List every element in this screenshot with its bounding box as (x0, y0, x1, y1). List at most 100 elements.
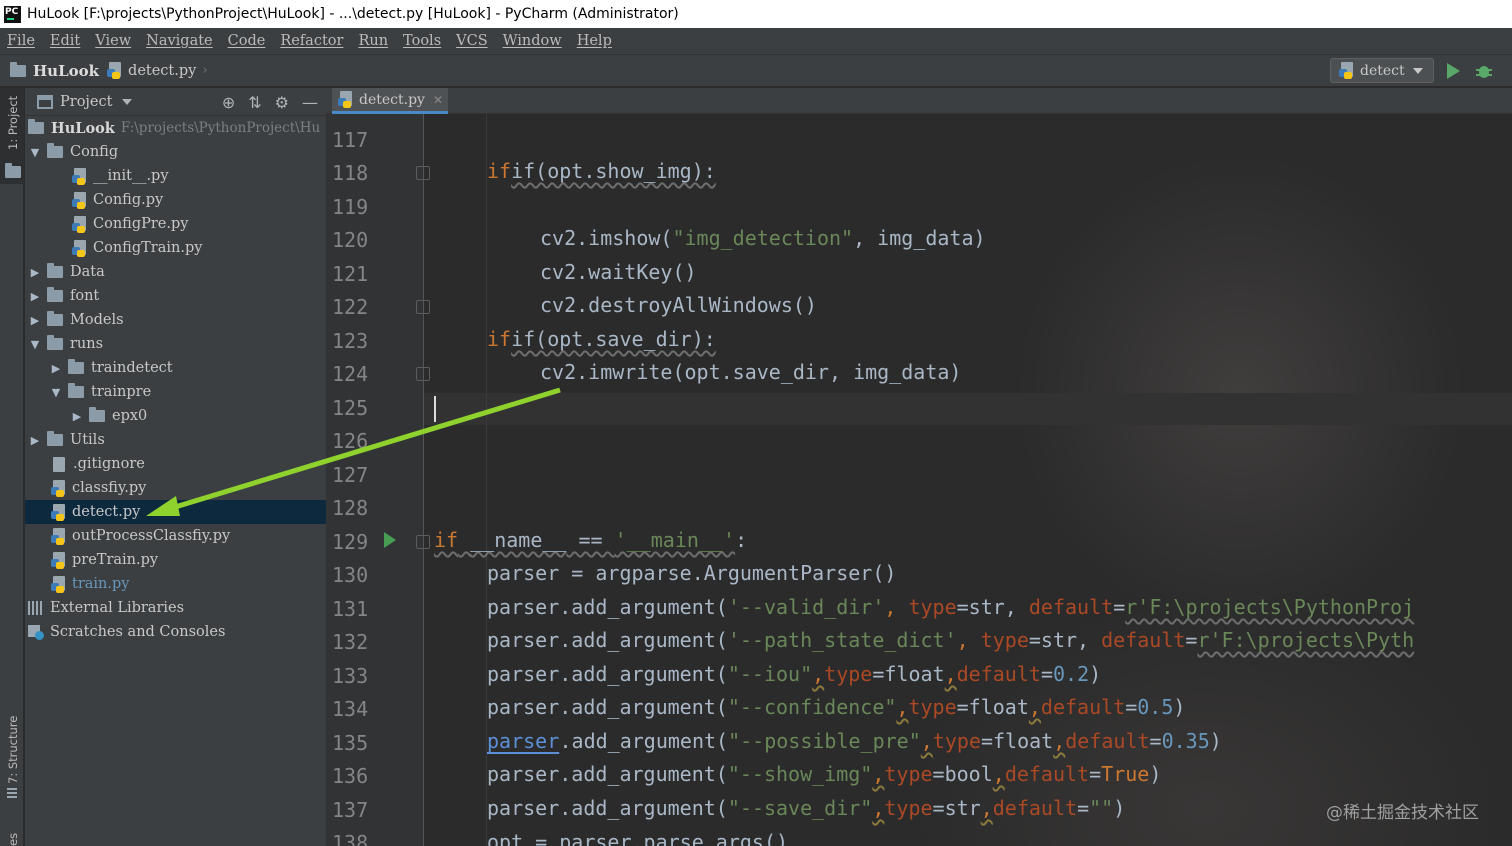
menu-tools[interactable]: Tools (403, 33, 441, 49)
tree-item-folder[interactable]: ▶ traindetect (25, 356, 326, 380)
tree-item-folder[interactable]: ▼ Config (25, 140, 326, 164)
tree-item-file[interactable]: classfiy.py (25, 476, 326, 500)
expanded-arrow-icon[interactable]: ▼ (49, 386, 63, 399)
expanded-arrow-icon[interactable]: ▼ (28, 146, 42, 159)
collapsed-arrow-icon[interactable]: ▶ (28, 314, 42, 327)
breadcrumb-project[interactable]: HuLook (33, 62, 99, 80)
tree-item-file[interactable]: Config.py (25, 188, 326, 212)
code-line-134: parser.add_argument("--confidence",type=… (487, 695, 1186, 719)
tree-item-file-selected[interactable]: detect.py (25, 500, 326, 524)
tree-item-file[interactable]: .gitignore (25, 452, 326, 476)
folder-icon (47, 311, 63, 326)
menu-navigate[interactable]: Navigate (146, 33, 213, 49)
tree-item-file[interactable]: ConfigTrain.py (25, 236, 326, 260)
tree-item-root[interactable]: HuLook F:\projects\PythonProject\Hu (25, 116, 326, 140)
param-name: default (1004, 762, 1090, 786)
menu-help[interactable]: Help (577, 33, 612, 49)
code-line-136: parser.add_argument("--show_img",type=bo… (487, 762, 1162, 786)
run-gutter-icon[interactable] (384, 532, 396, 548)
tree-item-file[interactable]: __init__.py (25, 164, 326, 188)
tree-item-file[interactable]: preTrain.py (25, 548, 326, 572)
window-title: HuLook [F:\projects\PythonProject\HuLook… (27, 6, 679, 22)
tree-item-label: Models (70, 312, 124, 328)
code-editor[interactable]: ifif(opt.show_img): cv2.imshow("img_dete… (424, 114, 1512, 846)
expanded-arrow-icon[interactable]: ▼ (28, 338, 42, 351)
run-configuration-select[interactable]: detect (1330, 58, 1434, 83)
number-literal: 0.5 (1137, 695, 1174, 719)
line-number: 128 (332, 496, 369, 520)
tree-item-folder[interactable]: ▶ Models (25, 308, 326, 332)
structure-tool-label[interactable]: 7: Structure (6, 716, 20, 784)
tree-item-folder[interactable]: ▼ runs (25, 332, 326, 356)
tree-item-file[interactable]: train.py (25, 572, 326, 596)
collapsed-arrow-icon[interactable]: ▶ (28, 266, 42, 279)
hide-icon[interactable]: — (302, 93, 318, 112)
string-literal: "--show_img" (727, 762, 873, 786)
tree-item-folder[interactable]: ▶ Utils (25, 428, 326, 452)
collapsed-arrow-icon[interactable]: ▶ (28, 434, 42, 447)
tree-item-folder[interactable]: ▶ epx0 (25, 404, 326, 428)
line-number: 138 (332, 831, 369, 846)
bottom-tool-label[interactable]: es (6, 833, 20, 846)
code-text: =str, (956, 595, 1029, 619)
chevron-right-icon: › (202, 63, 208, 78)
collapsed-arrow-icon[interactable]: ▶ (28, 290, 42, 303)
collapse-all-icon[interactable]: ⇅ (248, 93, 261, 112)
tree-item-file[interactable]: ConfigPre.py (25, 212, 326, 236)
locate-icon[interactable]: ⊕ (222, 93, 235, 112)
line-number: 122 (332, 295, 369, 319)
tree-item-label: outProcessClassfiy.py (72, 528, 231, 544)
menu-window[interactable]: Window (503, 33, 562, 49)
string-literal: r'F:\projects\Pyth (1197, 628, 1415, 652)
menu-vcs[interactable]: VCS (456, 33, 488, 49)
tab-detect-py[interactable]: detect.py ✕ (332, 88, 448, 114)
gear-icon[interactable]: ⚙ (275, 93, 289, 112)
tree-item-scratches[interactable]: Scratches and Consoles (25, 620, 326, 644)
tree-item-label: font (70, 288, 100, 304)
chevron-down-icon[interactable] (122, 98, 133, 105)
keyword-if: if (434, 528, 459, 552)
tree-item-path: F:\projects\PythonProject\Hu (120, 120, 321, 136)
param-name: default (956, 662, 1041, 686)
line-number: 125 (332, 396, 369, 420)
line-number: 136 (332, 764, 369, 788)
line-number: 134 (332, 697, 369, 721)
close-icon[interactable]: ✕ (433, 93, 443, 107)
menu-refactor[interactable]: Refactor (280, 33, 343, 49)
tree-item-folder[interactable]: ▶ font (25, 284, 326, 308)
project-tool-label[interactable]: 1: Project (6, 96, 20, 150)
menu-code[interactable]: Code (228, 33, 266, 49)
code-line-138: opt = parser.parse_args() (487, 830, 789, 846)
tree-item-label: Config.py (93, 192, 164, 208)
code-text: == (566, 528, 615, 552)
project-view-select[interactable]: Project (60, 94, 112, 110)
run-icon[interactable] (1447, 63, 1460, 79)
python-file-icon (72, 239, 87, 257)
string-literal: '__main__' (614, 528, 736, 552)
tree-item-label: External Libraries (50, 600, 185, 616)
folder-icon (68, 383, 84, 398)
tree-item-external-libraries[interactable]: External Libraries (25, 596, 326, 620)
folder-icon (28, 119, 44, 134)
folder-icon (5, 163, 21, 178)
collapsed-arrow-icon[interactable]: ▶ (70, 410, 84, 423)
tree-item-label: .gitignore (73, 456, 145, 472)
tree-item-folder[interactable]: ▼ trainpre (25, 380, 326, 404)
library-icon (28, 601, 44, 615)
line-number: 123 (332, 329, 369, 353)
debug-icon[interactable] (1476, 62, 1492, 80)
menu-file[interactable]: File (7, 33, 35, 49)
menu-view[interactable]: View (95, 33, 131, 49)
collapsed-arrow-icon[interactable]: ▶ (49, 362, 63, 375)
menu-bar: File Edit View Navigate Code Refactor Ru… (0, 28, 1512, 54)
line-number: 133 (332, 664, 369, 688)
tree-item-file[interactable]: outProcessClassfiy.py (25, 524, 326, 548)
title-bar: PC HuLook [F:\projects\PythonProject\HuL… (0, 0, 1512, 28)
folder-icon (47, 335, 63, 350)
menu-edit[interactable]: Edit (50, 33, 80, 49)
code-text: parser.add_argument( (487, 628, 728, 652)
breadcrumb-file[interactable]: detect.py (128, 63, 196, 79)
menu-run[interactable]: Run (358, 33, 388, 49)
tree-item-folder[interactable]: ▶ Data (25, 260, 326, 284)
param-name: type (884, 762, 933, 786)
